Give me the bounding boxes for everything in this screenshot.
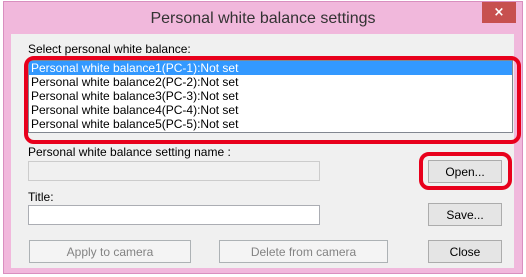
white-balance-list[interactable]: Personal white balance1(PC-1):Not set Pe…	[28, 60, 513, 133]
list-item-pc-3[interactable]: Personal white balance3(PC-3):Not set	[29, 89, 512, 103]
apply-to-camera-button[interactable]: Apply to camera	[29, 240, 191, 263]
list-item-pc-2[interactable]: Personal white balance2(PC-2):Not set	[29, 75, 512, 89]
open-button[interactable]: Open...	[428, 160, 502, 183]
title-field[interactable]	[28, 205, 320, 225]
title-bar[interactable]: Personal white balance settings ×	[4, 2, 522, 34]
setting-name-field	[28, 161, 320, 181]
select-label: Select personal white balance:	[28, 42, 191, 56]
close-icon[interactable]: ×	[482, 2, 516, 23]
delete-from-camera-button[interactable]: Delete from camera	[219, 240, 388, 263]
close-button[interactable]: Close	[428, 240, 502, 263]
list-item-pc-4[interactable]: Personal white balance4(PC-4):Not set	[29, 103, 512, 117]
window-title: Personal white balance settings	[150, 10, 376, 27]
list-item-pc-5[interactable]: Personal white balance5(PC-5):Not set	[29, 117, 512, 131]
setting-name-label: Personal white balance setting name :	[28, 145, 231, 159]
list-item-pc-1[interactable]: Personal white balance1(PC-1):Not set	[29, 61, 512, 75]
save-button[interactable]: Save...	[428, 203, 502, 226]
title-label: Title:	[28, 190, 54, 204]
